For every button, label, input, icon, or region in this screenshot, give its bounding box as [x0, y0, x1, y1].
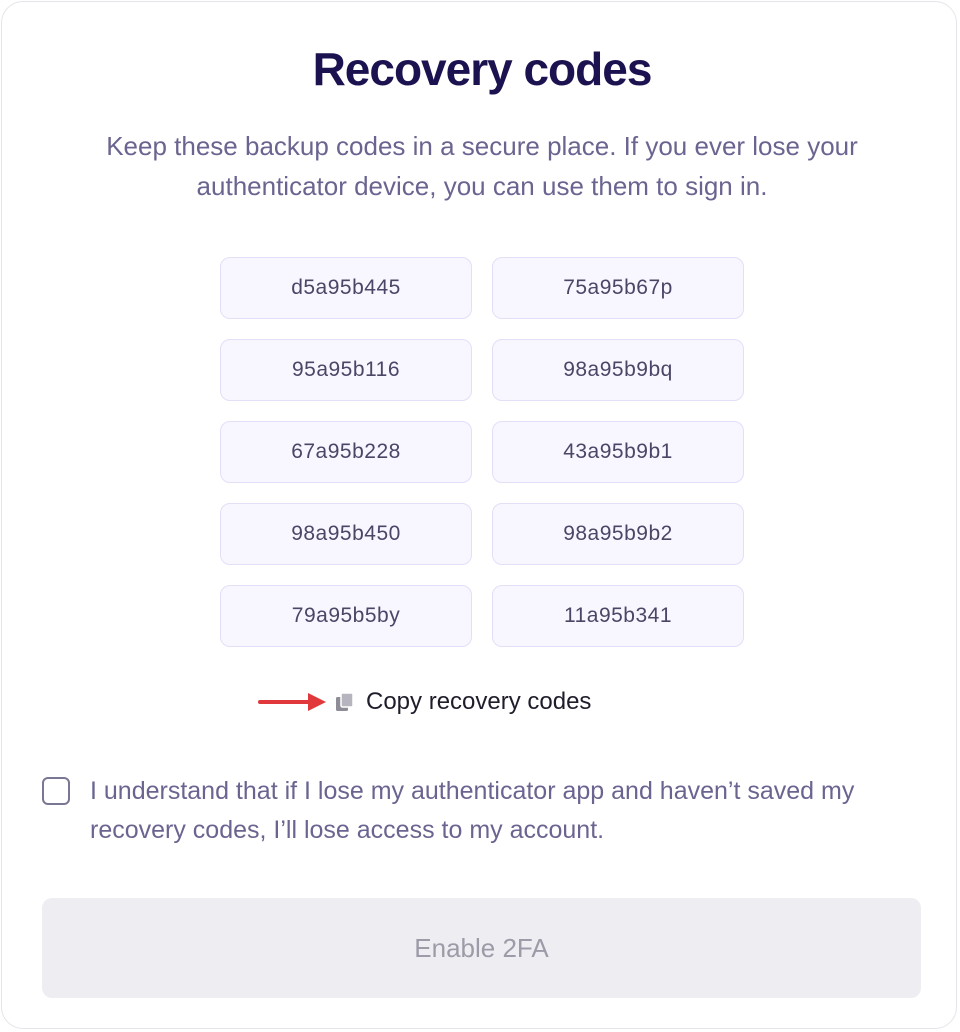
red-arrow-annotation — [258, 693, 326, 711]
recovery-codes-grid: d5a95b445 75a95b67p 95a95b116 98a95b9bq … — [220, 257, 744, 647]
recovery-code: 75a95b67p — [492, 257, 744, 319]
recovery-code: 95a95b116 — [220, 339, 472, 401]
recovery-code: 43a95b9b1 — [492, 421, 744, 483]
recovery-code: d5a95b445 — [220, 257, 472, 319]
dialog-title: Recovery codes — [312, 43, 653, 95]
recovery-code: 79a95b5by — [220, 585, 472, 647]
dialog-subtitle: Keep these backup codes in a secure plac… — [106, 131, 858, 201]
acknowledge-checkbox[interactable] — [42, 777, 70, 805]
copy-recovery-codes-button[interactable]: Copy recovery codes — [334, 688, 591, 716]
recovery-code: 98a95b450 — [220, 503, 472, 565]
copy-icon — [336, 692, 354, 711]
copy-recovery-codes-label: Copy recovery codes — [366, 688, 592, 715]
recovery-code: 11a95b341 — [492, 585, 744, 647]
acknowledge-row: I understand that if I lose my authentic… — [42, 772, 922, 850]
enable-2fa-button[interactable]: Enable 2FA — [42, 898, 921, 998]
recovery-code: 98a95b9bq — [492, 339, 744, 401]
acknowledge-label[interactable]: I understand that if I lose my authentic… — [90, 772, 922, 850]
copy-row: Copy recovery codes — [258, 682, 591, 722]
recovery-codes-dialog: Recovery codes Keep these backup codes i… — [1, 1, 957, 1029]
recovery-code: 67a95b228 — [220, 421, 472, 483]
recovery-code: 98a95b9b2 — [492, 503, 744, 565]
